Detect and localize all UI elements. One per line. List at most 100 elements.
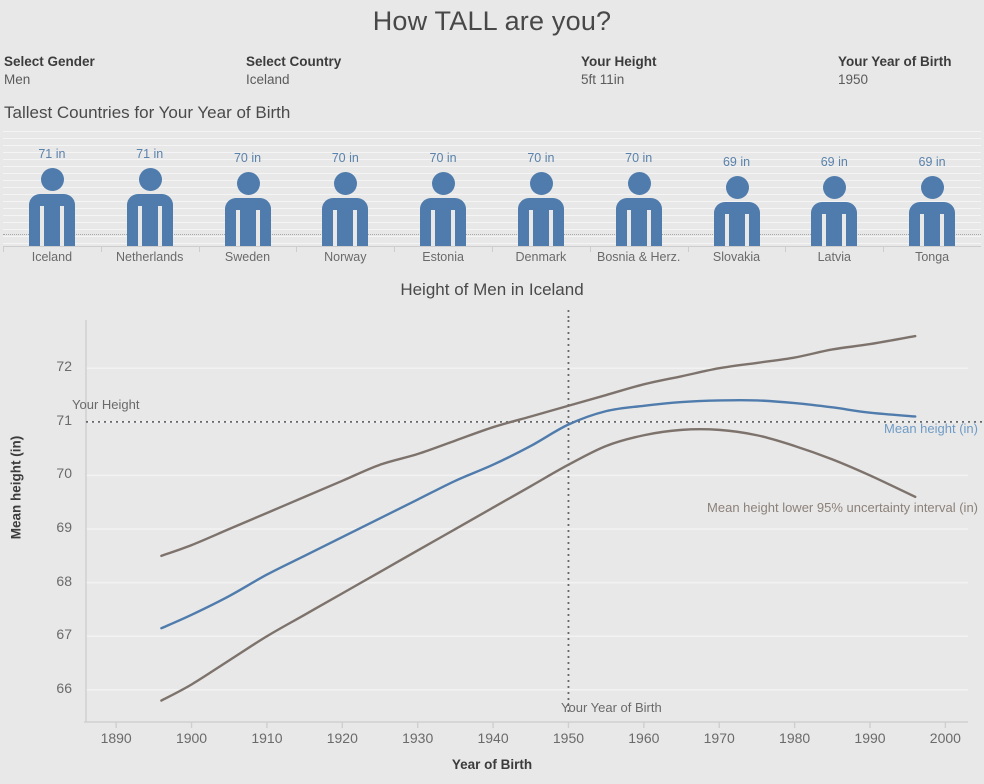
x-axis-tick-label: 1950 <box>552 730 585 746</box>
annotation-your-height: Your Height <box>72 397 140 412</box>
person-body-gap-right <box>255 210 260 246</box>
person-icon <box>28 131 75 246</box>
person-body-gap-left <box>822 214 827 246</box>
x-axis-tick-label: 1930 <box>402 730 434 746</box>
chart-series-lines <box>160 334 917 702</box>
y-axis-tick-label: 66 <box>56 679 72 696</box>
person-head-icon <box>921 176 945 199</box>
person-body-gap-left <box>528 210 533 246</box>
country-name-label: Norway <box>324 250 367 264</box>
person-icon <box>615 131 662 246</box>
person-body-gap-left <box>724 214 729 246</box>
y-axis-tick-label: 67 <box>56 626 72 643</box>
country-name-label: Iceland <box>31 250 73 264</box>
person-body-gap-right <box>353 210 358 246</box>
param-select-country-label: Select Country <box>246 54 342 69</box>
x-axis-title: Year of Birth <box>451 757 533 772</box>
person-body-gap-right <box>157 206 162 246</box>
param-select-country-value[interactable]: Iceland <box>246 70 341 90</box>
person-icon <box>224 131 271 246</box>
person-head-icon <box>725 176 749 199</box>
person-body-gap-right <box>940 214 945 246</box>
x-axis-tick-label: 1910 <box>251 730 283 746</box>
person-icon <box>713 131 760 246</box>
param-your-height-value[interactable]: 5ft 11in <box>581 70 657 90</box>
param-your-year-of-birth[interactable]: Your Year of Birth 1950 <box>838 53 952 90</box>
param-select-gender[interactable]: Select Gender Men <box>4 53 95 90</box>
person-body-icon <box>224 198 271 246</box>
series-line-2[interactable] <box>160 428 917 702</box>
param-select-gender-label: Select Gender <box>4 54 95 69</box>
chart-axis-lines <box>84 320 968 723</box>
person-body-gap-left <box>626 210 631 246</box>
person-icon <box>517 131 564 246</box>
param-select-country[interactable]: Select Country Iceland <box>246 53 341 90</box>
person-body-icon <box>909 202 956 246</box>
series-label-mean-height: Mean height (in) <box>884 421 978 436</box>
person-head-icon <box>529 172 553 195</box>
x-axis-tick-label: 1890 <box>100 730 132 746</box>
x-axis-tick-label: 1980 <box>779 730 811 746</box>
person-body-gap-left <box>431 210 436 246</box>
param-select-gender-value[interactable]: Men <box>4 70 95 90</box>
country-name-label: Netherlands <box>115 250 184 264</box>
country-figure[interactable]: 71 in Netherlands <box>100 131 199 264</box>
person-body-gap-left <box>333 210 338 246</box>
annotation-your-year-of-birth: Your Year of Birth <box>561 700 662 715</box>
chart-title: Height of Men in Iceland <box>400 280 584 299</box>
country-figure[interactable]: 70 in Norway <box>296 131 394 264</box>
tallest-countries-chart: 71 in Iceland 71 in Netherlands 70 in Sweden 7… <box>0 131 984 264</box>
x-axis-tick-label: 1900 <box>175 730 208 746</box>
person-body-gap-left <box>235 210 240 246</box>
x-axis-tick-label: 2000 <box>929 730 961 746</box>
height-line-chart <box>0 300 984 740</box>
country-figure[interactable]: 69 in Latvia <box>785 131 883 264</box>
person-icon <box>420 131 467 246</box>
person-head-icon <box>627 172 651 195</box>
chart-x-tickmarks <box>115 722 947 728</box>
x-axis-tick-label: 1960 <box>628 730 660 746</box>
person-icon <box>909 131 956 246</box>
country-name-label: Sweden <box>224 250 271 264</box>
y-axis-tick-label: 69 <box>56 519 72 536</box>
x-axis-tick-label: 1970 <box>703 730 735 746</box>
country-name-label: Bosnia & Herz. <box>597 250 681 264</box>
person-body-gap-left <box>39 206 44 246</box>
param-your-height[interactable]: Your Height 5ft 11in <box>581 53 657 90</box>
country-figure[interactable]: 69 in Slovakia <box>687 131 786 264</box>
country-figure[interactable]: 71 in Iceland <box>2 131 101 264</box>
param-your-year-of-birth-value[interactable]: 1950 <box>838 70 952 90</box>
country-name-label: Denmark <box>515 250 567 264</box>
person-head-icon <box>334 172 358 195</box>
person-icon <box>811 131 858 246</box>
person-body-icon <box>615 198 662 246</box>
country-figure[interactable]: 70 in Sweden <box>198 131 297 264</box>
country-figure[interactable]: 70 in Bosnia & Herz. <box>589 131 688 264</box>
y-axis-tick-label: 68 <box>56 572 72 589</box>
y-axis-title: Mean height (in) <box>8 435 24 540</box>
dashboard: How TALL are you? Select Gender Men Sele… <box>0 0 984 784</box>
country-figure[interactable]: 70 in Estonia <box>394 131 492 264</box>
person-body-icon <box>322 198 369 246</box>
person-body-gap-right <box>842 214 847 246</box>
country-name-label: Latvia <box>817 250 851 264</box>
person-head-icon <box>823 176 847 199</box>
series-line-0[interactable] <box>160 334 917 558</box>
country-name-label: Tonga <box>915 250 950 264</box>
country-name-label: Slovakia <box>712 250 761 264</box>
person-body-icon <box>420 198 467 246</box>
y-axis-tick-label: 72 <box>56 358 72 375</box>
series-label-mean-height-lower-ci: Mean height lower 95% uncertainty interv… <box>707 500 978 515</box>
page-title: How TALL are you? <box>372 6 612 36</box>
section-title-tallest-countries: Tallest Countries for Your Year of Birth <box>4 103 291 122</box>
person-body-icon <box>713 202 760 246</box>
x-axis-tick-label: 1990 <box>854 730 886 746</box>
x-axis-tick-label: 1940 <box>477 730 509 746</box>
person-head-icon <box>432 172 456 195</box>
person-icon <box>126 131 173 246</box>
country-figure[interactable]: 70 in Denmark <box>491 131 590 264</box>
y-axis-tick-label: 71 <box>56 411 72 428</box>
person-head-icon <box>236 172 260 195</box>
country-name-label: Estonia <box>422 250 464 264</box>
country-figure[interactable]: 69 in Tonga <box>883 131 981 264</box>
